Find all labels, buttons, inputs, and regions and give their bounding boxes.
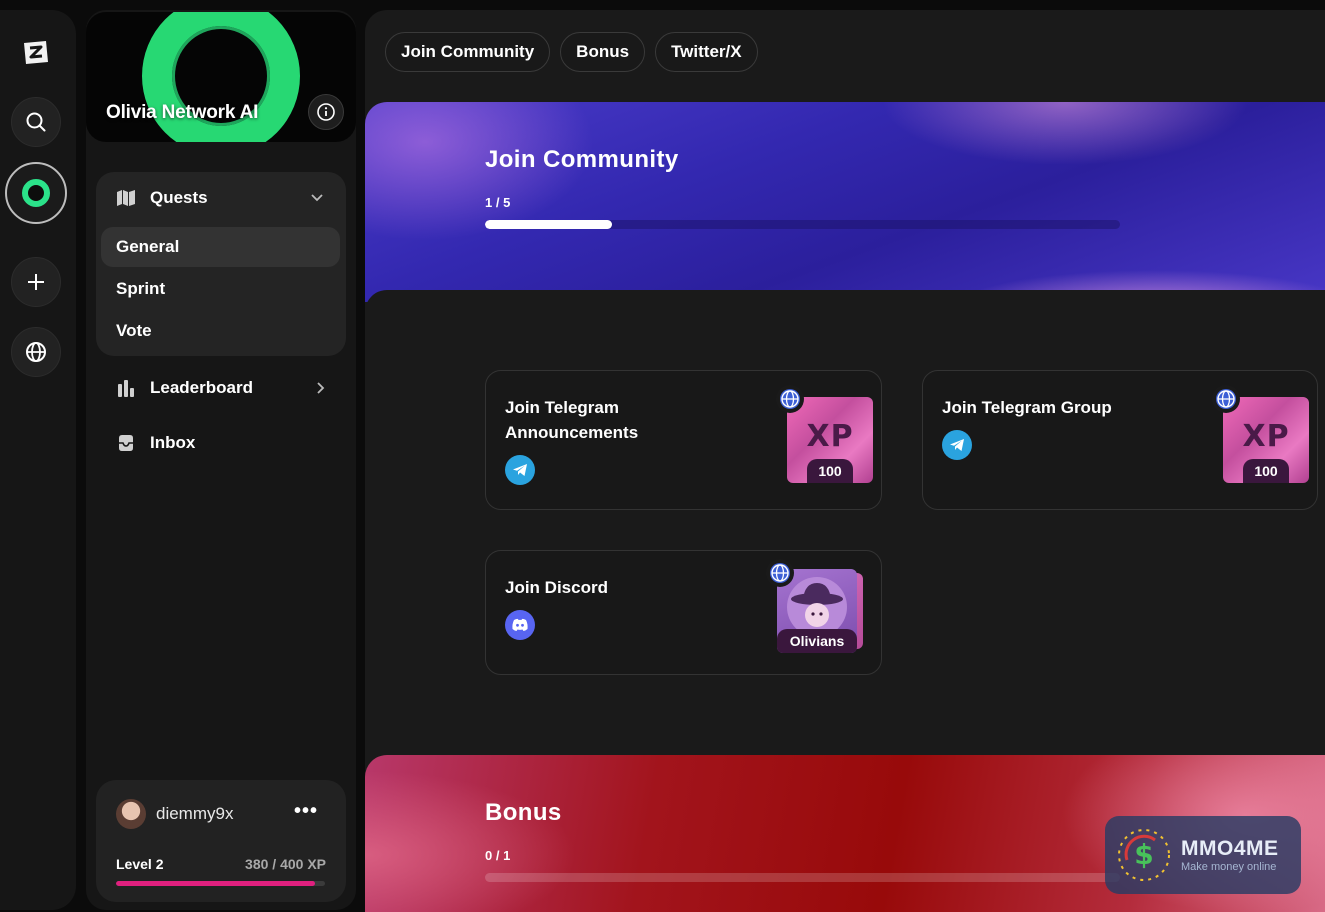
telegram-icon [942,430,972,460]
quest-card-telegram-announcements[interactable]: Join Telegram Announcements XP 100 [485,370,882,510]
quests-toggle[interactable]: Quests [116,186,208,210]
sidebar-item-inbox[interactable]: Inbox [116,431,195,455]
chevron-right-icon [317,382,325,394]
community-olivia-button[interactable] [5,162,67,224]
main-content: Join Community Bonus Twitter/X Join Comm… [365,10,1325,912]
add-community-button[interactable] [11,257,61,307]
quest-card-telegram-group[interactable]: Join Telegram Group XP 100 [922,370,1318,510]
xp-reward-amount: 100 [1243,459,1289,483]
project-header: Olivia Network AI [86,12,356,142]
telegram-icon [505,455,535,485]
user-xp: 380 / 400 XP [245,856,326,872]
quest-title: Join Discord [505,578,608,597]
xp-reward-label: XP [1242,419,1290,454]
section-title: Join Community [485,146,679,173]
svg-text:$: $ [1134,838,1153,871]
section-tabs: Join Community Bonus Twitter/X [385,32,758,72]
watermark-tagline: Make money online [1181,861,1277,873]
leaderboard-label: Leaderboard [150,378,253,397]
zealy-logo-icon[interactable] [20,38,52,66]
plus-icon [28,274,44,290]
quest-list: Join Telegram Announcements XP 100 Join … [365,290,1325,760]
section-progress-bar [485,220,1120,229]
section-progress-bar [485,873,1120,882]
inbox-icon [119,435,133,451]
bar-chart-icon [118,380,134,397]
map-icon [117,190,135,206]
icon-rail [0,10,76,910]
search-icon [26,112,46,132]
globe-icon [26,342,46,362]
tab-join-community[interactable]: Join Community [385,32,551,72]
nft-reward-label: Olivians [777,629,857,653]
inbox-label: Inbox [150,433,196,452]
username[interactable]: diemmy9x [156,804,233,824]
chevron-down-icon[interactable] [310,193,324,203]
globe-icon [1212,385,1240,413]
watermark-name: MMO4ME [1181,837,1279,860]
globe-icon [766,559,794,587]
community-sidebar: Olivia Network AI Quests General Sprint … [86,10,356,910]
section-title: Bonus [485,799,562,826]
tab-twitter[interactable]: Twitter/X [655,32,758,72]
quest-title: Join Telegram Group [942,398,1112,417]
project-name: Olivia Network AI [106,102,259,123]
quest-tab-sprint[interactable]: Sprint [101,269,340,309]
section-progress-fill [485,220,612,229]
globe-icon [776,385,804,413]
info-icon [317,103,335,121]
olivia-logo-icon [22,179,50,207]
user-card: diemmy9x ••• Level 2 380 / 400 XP [96,780,346,902]
quest-card-discord[interactable]: Join Discord Olivians [485,550,882,675]
xp-reward-amount: 100 [807,459,853,483]
sidebar-item-leaderboard[interactable]: Leaderboard [116,376,346,400]
section-count: 1 / 5 [485,195,511,210]
join-community-banner: Join Community 1 / 5 [365,102,1325,302]
level-progress-fill [116,881,315,886]
discord-icon [505,610,535,640]
dollar-logo-icon: $ [1118,829,1170,881]
quest-tab-general[interactable]: General [101,227,340,267]
quest-tab-vote[interactable]: Vote [101,311,340,351]
quest-title: Join Telegram Announcements [505,398,639,442]
xp-reward-label: XP [806,419,854,454]
quests-menu: Quests General Sprint Vote [96,172,346,356]
more-options-button[interactable]: ••• [294,800,318,823]
info-button[interactable] [308,94,344,130]
level-progress-bar [116,881,325,886]
quests-label: Quests [150,188,208,207]
search-button[interactable] [11,97,61,147]
user-level: Level 2 [116,856,164,872]
avatar[interactable] [116,799,146,829]
section-count: 0 / 1 [485,848,511,863]
tab-bonus[interactable]: Bonus [560,32,646,72]
mmo4me-watermark: $ MMO4ME Make money online [1105,816,1301,894]
explore-button[interactable] [11,327,61,377]
